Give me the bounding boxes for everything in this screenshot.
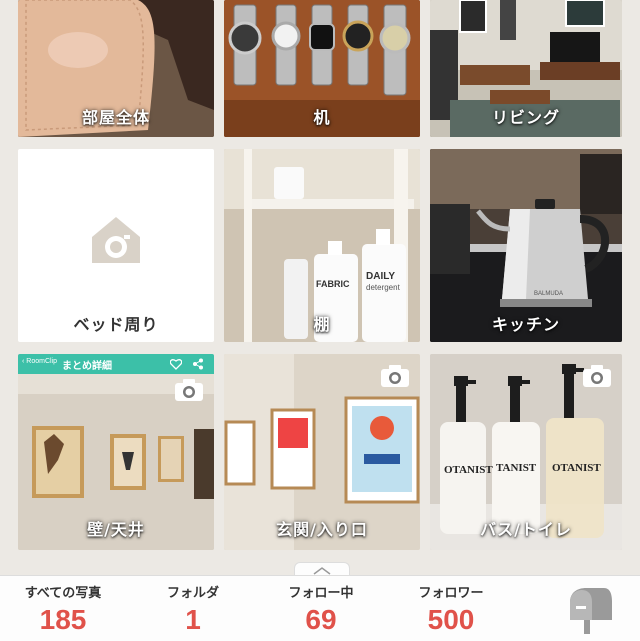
folder-tile-bedside[interactable]: ベッド周り: [18, 149, 214, 342]
folder-tile-kitchen[interactable]: BALMUDA キッチン: [430, 149, 622, 342]
tile-label: 壁/天井: [87, 520, 145, 539]
heart-icon: [170, 359, 182, 370]
mailbox-icon[interactable]: [564, 584, 614, 634]
stat-value: 185: [39, 604, 87, 635]
folder-tile-shelf[interactable]: FABRIC DAILY detergent 棚: [224, 149, 420, 342]
stat-value: 1: [185, 604, 201, 635]
camera-plus-icon: [92, 217, 140, 263]
tile-label: リビング: [491, 108, 560, 127]
tile-label: 玄関/入り口: [276, 520, 368, 539]
embedded-back-link: ‹ RoomClip: [22, 358, 58, 365]
camera-icon: [175, 379, 203, 401]
camera-icon: [583, 365, 611, 387]
embedded-app-header: ‹ RoomClip まとめ詳細: [18, 354, 214, 374]
folder-tile-desk[interactable]: 机: [224, 0, 420, 137]
camera-icon: [381, 365, 409, 387]
stat-followers[interactable]: フォロワー 500: [396, 582, 506, 636]
folder-tile-entrance[interactable]: 玄関/入り口: [224, 354, 420, 550]
bottle-label-fabric: FABRIC: [316, 279, 350, 289]
folder-tile-wall[interactable]: ‹ RoomClip まとめ詳細 壁/天井: [18, 354, 214, 550]
stat-label: フォロー中: [288, 586, 354, 601]
folder-tile-whole-room[interactable]: 部屋全体: [18, 0, 214, 137]
stat-following[interactable]: フォロー中 69: [266, 582, 376, 636]
stat-label: フォロワー: [418, 586, 484, 601]
stat-value: 500: [427, 604, 475, 635]
tile-label: キッチン: [491, 315, 560, 334]
share-icon: [193, 358, 203, 370]
tile-label: バス/トイレ: [480, 520, 572, 539]
bottle-label-daily: DAILY: [366, 271, 396, 282]
folder-tile-living[interactable]: リビング: [430, 0, 622, 137]
bottle-brand-1: OTANIST: [444, 464, 493, 476]
tile-label: ベッド周り: [73, 315, 159, 334]
bottle-brand-2: TANIST: [496, 462, 537, 474]
stat-all-photos[interactable]: すべての写真 185: [8, 582, 118, 636]
folder-tile-bath[interactable]: OTANIST TANIST OTANIST バス/トイレ: [430, 354, 622, 550]
folder-grid: 部屋全体 机 リビング ベッド周り FABRIC DAILY detergent…: [0, 0, 640, 560]
stat-label: フォルダ: [166, 586, 219, 601]
stat-folders[interactable]: フォルダ 1: [138, 582, 248, 636]
embedded-header-title: まとめ詳細: [62, 361, 112, 372]
kettle-brand-label: BALMUDA: [534, 291, 564, 297]
stat-label: すべての写真: [24, 586, 102, 601]
bottle-brand-3: OTANIST: [552, 462, 601, 474]
bottle-label-detergent: detergent: [366, 283, 400, 292]
tile-label: 棚: [313, 315, 331, 334]
tile-label: 部屋全体: [81, 108, 150, 127]
tile-label: 机: [313, 108, 331, 127]
profile-stats-bar: すべての写真 185 フォルダ 1 フォロー中 69 フォロワー 500: [0, 575, 640, 641]
stat-value: 69: [305, 604, 337, 635]
